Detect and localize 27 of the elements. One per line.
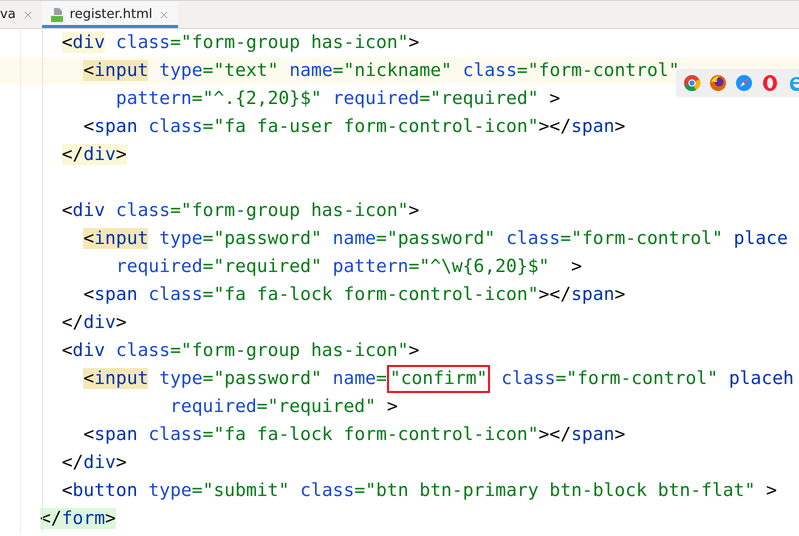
code-line: <span class="fa fa-user form-control-icon"></span> (82, 115, 626, 139)
code-line: <div class="form-group has-icon"> (60, 199, 420, 223)
tab-label: va (0, 6, 16, 24)
code-line: required="required" > (169, 395, 398, 419)
code-line: required="required" pattern="^\w{6,20}$" > (114, 255, 582, 279)
html-file-icon (50, 6, 64, 22)
boxed-code: "confirm" (386, 365, 490, 393)
code-line: <input type="password" name= (82, 367, 387, 391)
close-icon[interactable] (158, 8, 170, 20)
code-line: <button type="submit" class="btn btn-primary btn-block btn-flat" > (60, 479, 778, 503)
code-line: </div> (60, 451, 127, 475)
browser-icon[interactable] (708, 73, 728, 93)
code-line: <input type="password" name="password" class="form-control" place (82, 227, 788, 251)
code-line: <div class="form-group has-icon"> (60, 339, 420, 363)
close-icon[interactable] (22, 8, 34, 20)
code-line: class="form-control" placeh (500, 367, 794, 391)
editor-tab[interactable]: register.html (42, 1, 178, 28)
editor-tab[interactable]: va (0, 1, 42, 28)
browser-icon[interactable] (682, 73, 702, 93)
browser-icon[interactable] (760, 73, 780, 93)
code-line: </div> (60, 311, 127, 335)
code-line: <span class="fa fa-lock form-control-icon"></span> (82, 423, 626, 447)
code-line: <input type="text" name="nickname" class="form-control" (82, 59, 680, 83)
code-line: <div class="form-group has-icon"> (60, 31, 420, 55)
code-line: pattern="^.{2,20}$" required="required" > (114, 87, 560, 111)
tab-label: register.html (70, 6, 152, 24)
code-line: <span class="fa fa-lock form-control-icon"></span> (82, 283, 626, 307)
